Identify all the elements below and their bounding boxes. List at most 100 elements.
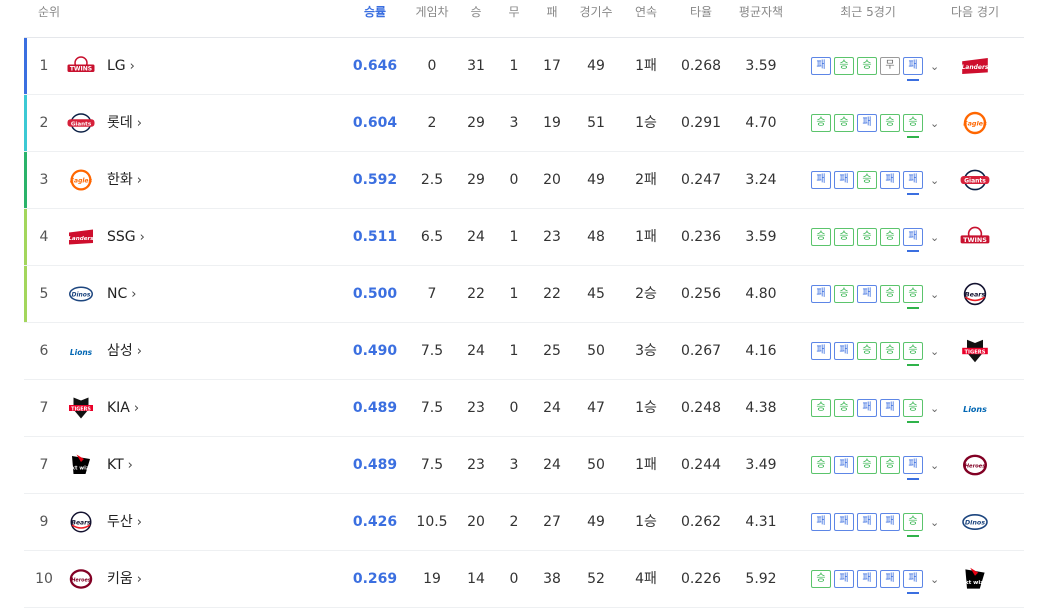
header-era[interactable]: 평균자책	[739, 3, 783, 20]
chevron-right-icon: ›	[136, 515, 142, 530]
result-badge: 승	[834, 114, 854, 132]
draws: 0	[509, 571, 519, 587]
era: 4.31	[745, 514, 777, 530]
chevron-down-icon[interactable]: ⌄	[930, 174, 939, 187]
rank-color-bar	[24, 152, 27, 208]
chevron-down-icon[interactable]: ⌄	[930, 117, 939, 130]
next-opponent-ktwiz-logo-icon[interactable]: kt wiz	[959, 563, 991, 595]
wins: 29	[467, 172, 485, 188]
svg-text:Heroes: Heroes	[71, 577, 90, 583]
team-name: 롯데	[107, 115, 133, 131]
team-link[interactable]: 키움 ›	[107, 551, 142, 607]
losses: 20	[543, 172, 561, 188]
team-name: 두산	[107, 514, 133, 530]
team-link[interactable]: KIA ›	[107, 380, 139, 436]
result-badge: 승	[880, 342, 900, 360]
games: 48	[587, 229, 605, 245]
games-behind: 0	[427, 58, 437, 74]
chevron-down-icon[interactable]: ⌄	[930, 231, 939, 244]
next-opponent-bears-logo-icon[interactable]: Bears	[959, 278, 991, 310]
win-pct: 0.604	[352, 115, 398, 131]
wins: 24	[467, 229, 485, 245]
team-link[interactable]: KT ›	[107, 437, 133, 493]
header-draws[interactable]: 무	[508, 3, 519, 20]
svg-text:TIGERS: TIGERS	[964, 349, 985, 355]
svg-text:Eagles: Eagles	[963, 119, 987, 127]
games: 45	[587, 286, 605, 302]
draws: 0	[509, 172, 519, 188]
losses: 22	[543, 286, 561, 302]
result-badge: 패	[903, 228, 923, 252]
header-games-behind[interactable]: 게임차	[415, 3, 448, 20]
team-link[interactable]: NC ›	[107, 266, 136, 322]
win-pct: 0.489	[352, 457, 398, 473]
svg-text:Giants: Giants	[71, 121, 92, 127]
chevron-down-icon[interactable]: ⌄	[930, 516, 939, 529]
header-streak[interactable]: 연속	[635, 3, 657, 20]
result-badge: 승	[903, 513, 923, 537]
result-badge: 승	[811, 399, 831, 417]
team-name: 키움	[107, 571, 133, 587]
games-behind: 2	[427, 115, 437, 131]
chevron-down-icon[interactable]: ⌄	[930, 60, 939, 73]
recent-5-games: 패 승 승 무 패 ⌄	[811, 57, 939, 81]
chevron-down-icon[interactable]: ⌄	[930, 573, 939, 586]
next-opponent-landers-logo-icon[interactable]: Landers	[959, 50, 991, 82]
header-losses[interactable]: 패	[546, 3, 557, 20]
era: 3.49	[745, 457, 777, 473]
result-badge: 무	[880, 57, 900, 75]
chevron-down-icon[interactable]: ⌄	[930, 345, 939, 358]
next-opponent-tigers-logo-icon[interactable]: TIGERS	[959, 335, 991, 367]
team-link[interactable]: LG ›	[107, 38, 135, 94]
era: 3.59	[745, 229, 777, 245]
team-link[interactable]: 롯데 ›	[107, 95, 142, 151]
losses: 23	[543, 229, 561, 245]
streak: 1패	[635, 229, 657, 245]
next-opponent-lions-logo-icon[interactable]: Lions	[959, 392, 991, 424]
games: 49	[587, 514, 605, 530]
rank-color-bar	[24, 266, 27, 322]
next-opponent-heroes-logo-icon[interactable]: Heroes	[959, 449, 991, 481]
streak: 1승	[635, 400, 657, 416]
chevron-down-icon[interactable]: ⌄	[930, 459, 939, 472]
team-name: 삼성	[107, 343, 133, 359]
chevron-down-icon[interactable]: ⌄	[930, 288, 939, 301]
games: 51	[587, 115, 605, 131]
recent-5-games: 승 승 패 패 승 ⌄	[811, 399, 939, 423]
win-pct: 0.646	[352, 58, 398, 74]
chevron-down-icon[interactable]: ⌄	[930, 402, 939, 415]
next-opponent-eagles-logo-icon[interactable]: Eagles	[959, 107, 991, 139]
team-name: KT	[107, 457, 124, 473]
batting-avg: 0.291	[680, 115, 722, 131]
header-win-pct[interactable]: 승률	[364, 3, 386, 20]
draws: 1	[509, 286, 519, 302]
draws: 3	[509, 115, 519, 131]
next-opponent-dinos-logo-icon[interactable]: Dinos	[959, 506, 991, 538]
chevron-right-icon: ›	[129, 59, 135, 74]
result-badge: 패	[834, 513, 854, 531]
team-link[interactable]: 삼성 ›	[107, 323, 142, 379]
recent-5-games: 패 패 승 패 패 ⌄	[811, 171, 939, 195]
header-games[interactable]: 경기수	[579, 3, 612, 20]
svg-text:Lions: Lions	[70, 348, 93, 357]
win-pct: 0.426	[352, 514, 398, 530]
rank: 7	[39, 457, 49, 473]
svg-text:kt wiz: kt wiz	[965, 580, 984, 586]
next-opponent-giants-logo-icon[interactable]: Giants	[959, 164, 991, 196]
result-badge: 패	[857, 399, 877, 417]
games-behind: 7.5	[420, 457, 444, 473]
team-link[interactable]: SSG ›	[107, 209, 145, 265]
team-link[interactable]: 두산 ›	[107, 494, 142, 550]
team-link[interactable]: 한화 ›	[107, 152, 142, 208]
result-badge: 패	[880, 570, 900, 588]
landers-logo-icon: Landers	[66, 223, 96, 251]
recent-5-games: 패 승 패 승 승 ⌄	[811, 285, 939, 309]
svg-text:Heroes: Heroes	[965, 463, 986, 469]
games-behind: 7.5	[420, 400, 444, 416]
header-batting-avg[interactable]: 타율	[690, 3, 712, 20]
chevron-right-icon: ›	[136, 116, 142, 131]
batting-avg: 0.248	[680, 400, 722, 416]
next-opponent-twins-logo-icon[interactable]: TWINS	[959, 221, 991, 253]
header-wins[interactable]: 승	[470, 3, 481, 20]
rank-color-bar	[24, 38, 27, 94]
